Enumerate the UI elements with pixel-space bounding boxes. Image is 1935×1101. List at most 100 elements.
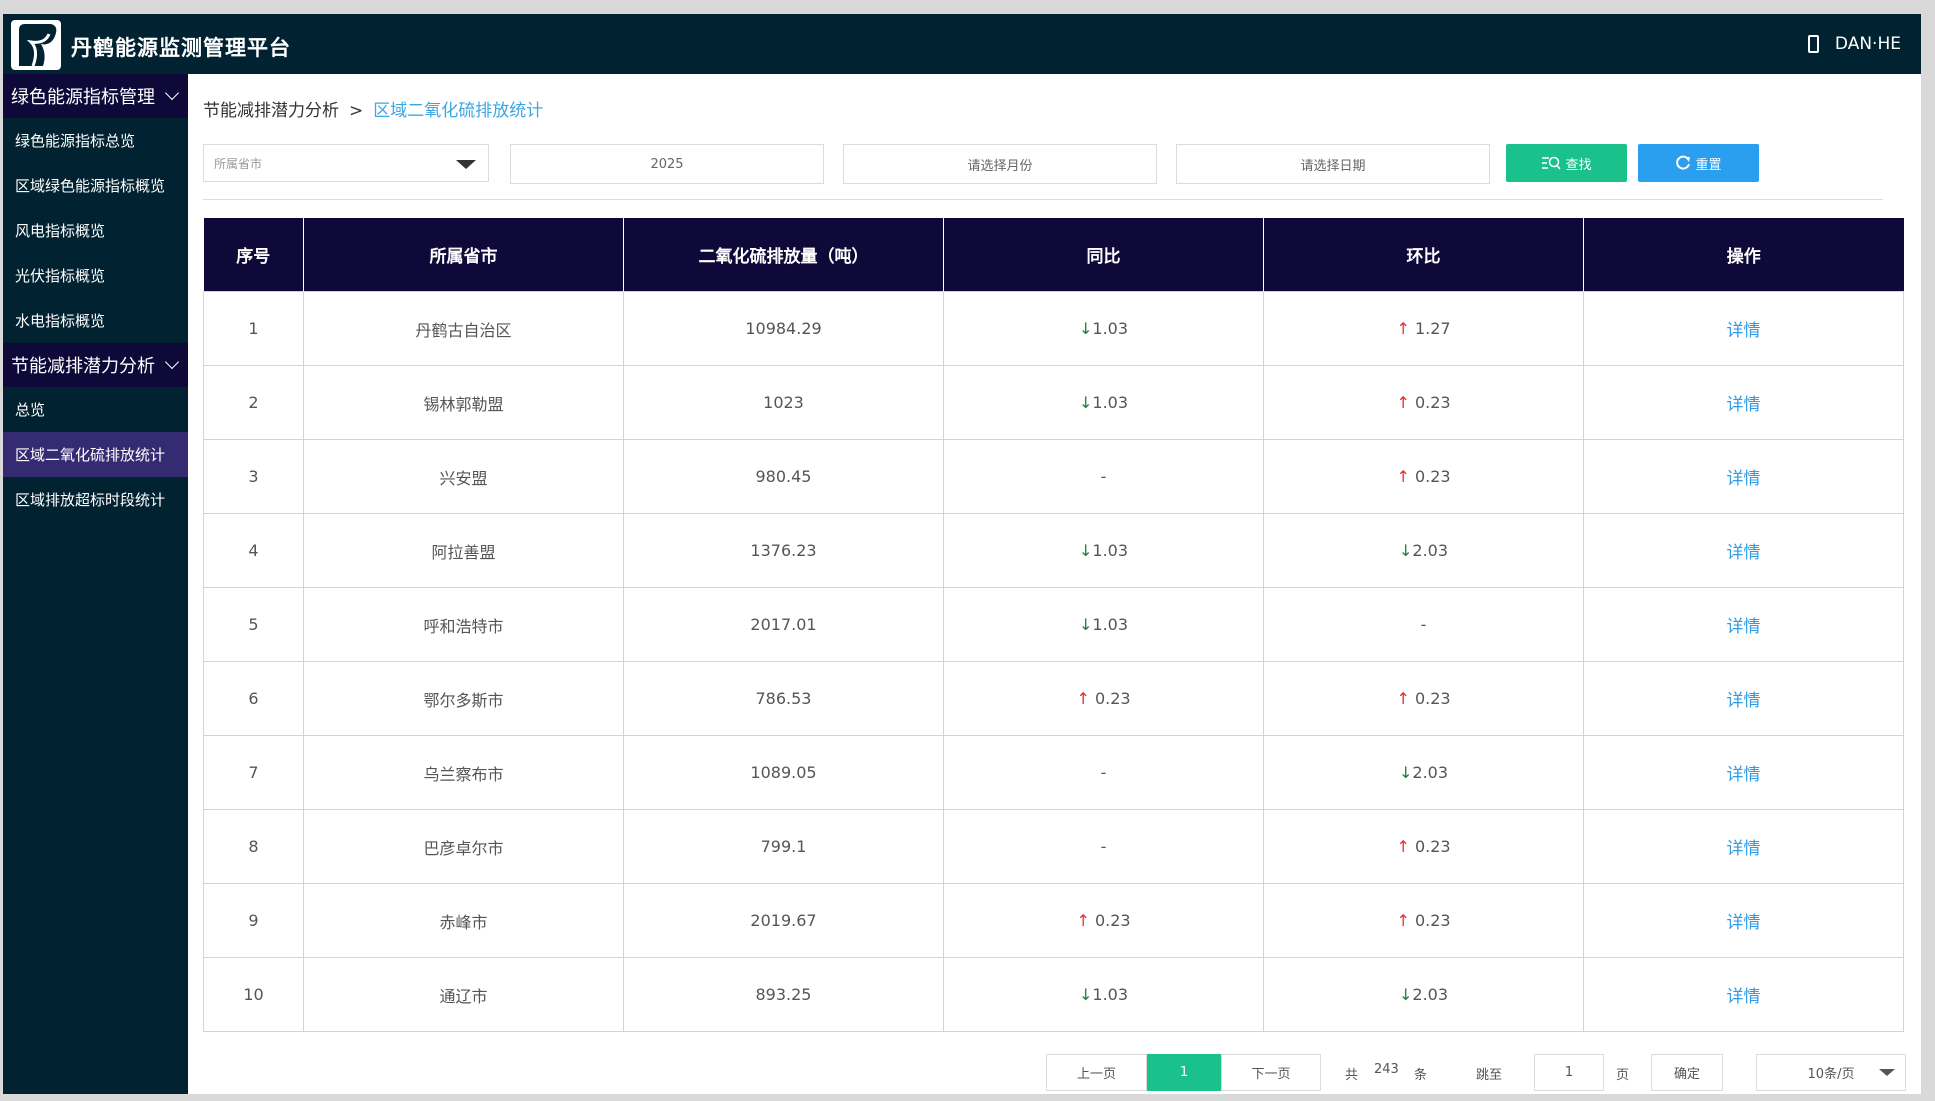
breadcrumb-parent[interactable]: 节能减排潜力分析 [203,101,339,121]
menu-group-green-energy[interactable]: 绿色能源指标管理 [3,74,188,118]
table-row: 3 兴安盟 980.45 - ↑ 0.23 详情 [203,439,1904,514]
user-name: DAN·HE [1834,34,1901,54]
prev-page-button[interactable]: 上一页 [1046,1054,1147,1091]
mom-value: 2.03 [1412,541,1449,560]
confirm-button[interactable]: 确定 [1651,1054,1723,1091]
header-mom: 环比 [1263,218,1584,292]
cell-no: 1 [203,291,304,366]
cell-mom: ↓2.03 [1263,957,1584,1032]
app-title: 丹鹤能源监测管理平台 [71,36,291,60]
arrow-down-icon: ↓ [1078,541,1093,560]
total-prefix: 共 [1345,1068,1359,1083]
cell-mom: ↓2.03 [1263,735,1584,810]
cell-no: 5 [203,587,304,662]
detail-link[interactable]: 详情 [1727,321,1761,341]
cell-action: 详情 [1583,587,1904,662]
cell-no: 3 [203,439,304,514]
sidebar-item-solar[interactable]: 光伏指标概览 [3,253,188,298]
yoy-value: 1.03 [1092,615,1129,634]
divider [203,199,1883,200]
detail-link[interactable]: 详情 [1727,913,1761,933]
cell-region: 鄂尔多斯市 [303,661,624,736]
detail-link[interactable]: 详情 [1727,765,1761,785]
user-menu[interactable]: DAN·HE [1807,34,1901,54]
arrow-up-icon: ↑ [1076,911,1090,930]
search-label: 查找 [1565,157,1592,173]
mom-value: 2.03 [1412,763,1449,782]
cell-yoy: - [943,735,1264,810]
cell-mom: ↑ 0.23 [1263,883,1584,958]
cell-action: 详情 [1583,439,1904,514]
cell-action: 详情 [1583,735,1904,810]
detail-link[interactable]: 详情 [1727,395,1761,415]
cell-amount: 980.45 [623,439,944,514]
sidebar-item-region-green[interactable]: 区域绿色能源指标概览 [3,163,188,208]
table-header-row: 序号 所属省市 二氧化硫排放量（吨） 同比 环比 操作 [203,218,1904,292]
cell-mom: ↑ 1.27 [1263,291,1584,366]
yoy-value: 0.23 [1094,911,1131,930]
sidebar-item-overview[interactable]: 总览 [3,387,188,432]
cell-amount: 799.1 [623,809,944,884]
table-row: 8 巴彦卓尔市 799.1 - ↑ 0.23 详情 [203,809,1904,884]
sidebar-item-green-overview[interactable]: 绿色能源指标总览 [3,118,188,163]
cell-yoy: ↓1.03 [943,513,1264,588]
total-count: 243 [1374,1062,1399,1077]
mom-value: 0.23 [1414,467,1451,486]
month-input[interactable]: 请选择月份 [843,144,1157,184]
jump-page-input[interactable] [1534,1054,1604,1091]
yoy-value: 1.03 [1092,393,1129,412]
yoy-value: - [1100,467,1107,486]
menu-group-energy-saving[interactable]: 节能减排潜力分析 [3,343,188,387]
year-input[interactable]: 2025 [510,144,824,184]
detail-link[interactable]: 详情 [1727,839,1761,859]
date-input[interactable]: 请选择日期 [1176,144,1490,184]
cell-no: 4 [203,513,304,588]
reset-button[interactable]: 重置 [1638,144,1759,182]
detail-link[interactable]: 详情 [1727,691,1761,711]
cell-no: 2 [203,365,304,440]
detail-link[interactable]: 详情 [1727,543,1761,563]
province-select[interactable]: 所属省市 [203,144,489,182]
detail-link[interactable]: 详情 [1727,987,1761,1007]
cell-region: 兴安盟 [303,439,624,514]
yoy-value: 1.03 [1092,541,1129,560]
next-page-button[interactable]: 下一页 [1221,1054,1321,1091]
search-button[interactable]: 查找 [1506,144,1627,182]
total-suffix: 条 [1414,1068,1428,1083]
page-size-select[interactable]: 10条/页 [1756,1054,1906,1091]
cell-amount: 1023 [623,365,944,440]
cell-amount: 2019.67 [623,883,944,958]
cell-yoy: - [943,439,1264,514]
search-list-icon [1542,156,1562,170]
header-action: 操作 [1583,218,1904,292]
arrow-down-icon: ↓ [1078,393,1093,412]
arrow-up-icon: ↑ [1396,911,1410,930]
top-header: 丹鹤能源监测管理平台 DAN·HE [3,14,1921,74]
current-page-button[interactable]: 1 [1147,1054,1221,1091]
sidebar: 绿色能源指标管理 绿色能源指标总览 区域绿色能源指标概览 风电指标概览 光伏指标… [3,74,188,1094]
arrow-down-icon: ↓ [1398,541,1413,560]
mom-value: - [1420,615,1427,634]
arrow-up-icon: ↑ [1396,837,1410,856]
cell-amount: 10984.29 [623,291,944,366]
table-row: 5 呼和浩特市 2017.01 ↓1.03- 详情 [203,587,1904,662]
cell-region: 锡林郭勒盟 [303,365,624,440]
arrow-down-icon: ↓ [1078,615,1093,634]
sidebar-item-exceed-periods[interactable]: 区域排放超标时段统计 [3,477,188,522]
sidebar-item-wind[interactable]: 风电指标概览 [3,208,188,253]
cell-action: 详情 [1583,883,1904,958]
cell-action: 详情 [1583,365,1904,440]
cell-yoy: ↓1.03 [943,365,1264,440]
sidebar-item-so2-stats[interactable]: 区域二氧化硫排放统计 [3,432,188,477]
detail-link[interactable]: 详情 [1727,617,1761,637]
mom-value: 2.03 [1412,985,1449,1004]
cell-region: 通辽市 [303,957,624,1032]
sidebar-item-hydro[interactable]: 水电指标概览 [3,298,188,343]
cell-mom: ↑ 0.23 [1263,809,1584,884]
mom-value: 1.27 [1414,319,1451,338]
cell-action: 详情 [1583,661,1904,736]
detail-link[interactable]: 详情 [1727,469,1761,489]
table-row: 9 赤峰市 2019.67 ↑ 0.23 ↑ 0.23 详情 [203,883,1904,958]
yoy-value: - [1100,763,1107,782]
menu-group-label: 绿色能源指标管理 [11,87,155,108]
